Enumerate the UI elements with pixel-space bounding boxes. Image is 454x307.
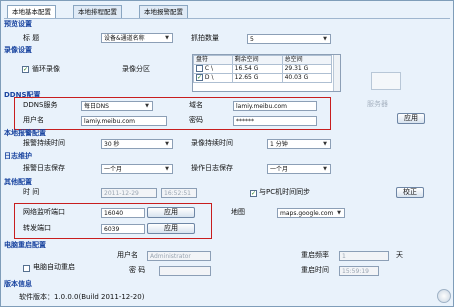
ddns-password-label: 密码 <box>189 116 203 124</box>
ddns-user-field[interactable]: lamiy.meibu.com <box>81 116 167 126</box>
settings-window: 本地基本配置 本地排程配置 本地报警配置 预览设置 标 题 设备&通道名称 ▼ 抓… <box>0 0 454 307</box>
other-section-title: 其他配置 <box>4 178 32 186</box>
alarm-log-keep-label: 报警日志保存 <box>23 164 65 172</box>
restart-password-label: 密 码 <box>129 266 146 274</box>
record-partition-label: 录像分区 <box>122 65 150 73</box>
restart-time-label: 重启时间 <box>301 266 329 274</box>
faded-box <box>371 72 401 90</box>
table-row[interactable]: C \ 16.54 G 29.31 G <box>193 64 333 74</box>
disk-table: 盘符 剩余空间 总空间 C \ 16.54 G 29.31 G ✓ D \ 12… <box>192 54 341 92</box>
header-total: 总空间 <box>281 55 333 65</box>
ddns-server-faded-label: 服务器 <box>367 100 388 108</box>
drive-d-checkbox[interactable]: ✓ <box>196 74 203 81</box>
header-free: 剩余空间 <box>231 55 283 65</box>
chevron-down-icon: ▼ <box>323 166 327 172</box>
loop-record-label: 循环录像 <box>32 65 60 73</box>
version-section-title: 版本信息 <box>4 280 32 288</box>
restart-password-field[interactable] <box>159 266 211 276</box>
date-field[interactable]: 2011-12-29 <box>101 188 157 198</box>
chevron-down-icon: ▼ <box>165 141 169 147</box>
alarm-duration-label: 报警持续时间 <box>23 139 65 147</box>
forward-port-apply-button[interactable]: 应用 <box>147 223 195 234</box>
restart-time-field[interactable]: 15:59:19 <box>339 266 379 276</box>
disk-table-scrollbar[interactable] <box>333 55 340 91</box>
drive-c-checkbox[interactable] <box>196 65 203 72</box>
listen-port-field[interactable]: 16040 <box>101 208 145 218</box>
ddns-section-title: DDNS配置 <box>4 91 41 99</box>
restart-frequency-label: 重启频率 <box>301 251 329 259</box>
record-duration-select[interactable]: 1 分钟 ▼ <box>267 139 331 149</box>
op-log-keep-label: 操作日志保存 <box>191 164 233 172</box>
auto-restart-checkbox[interactable] <box>23 265 30 272</box>
pc-time-sync-checkbox[interactable]: ✓ <box>250 190 257 197</box>
loop-record-checkbox[interactable]: ✓ <box>22 66 29 73</box>
chevron-down-icon: ▼ <box>323 36 327 42</box>
time-label: 时 间 <box>23 188 40 196</box>
op-log-keep-select[interactable]: 一个月 ▼ <box>267 164 331 174</box>
ddns-user-label: 用户名 <box>23 116 44 124</box>
pc-time-sync-label: 与PC机时间同步 <box>259 188 311 196</box>
capture-count-label: 抓拍数量 <box>191 34 219 42</box>
total-cell: 29.31 G <box>281 64 333 74</box>
chevron-down-icon: ▼ <box>165 166 169 172</box>
alarm-section-title: 本地报警配置 <box>4 129 46 137</box>
drive-cell: C \ <box>193 64 233 74</box>
log-section-title: 日志维护 <box>4 152 32 160</box>
capture-count-select[interactable]: 5 ▼ <box>247 34 331 44</box>
software-version-text: 软件版本：1.0.0.0(Build 2011-12-20) <box>19 293 145 301</box>
restart-user-label: 用户名 <box>117 251 138 259</box>
record-section-title: 录像设置 <box>4 46 32 54</box>
logo-icon <box>437 289 451 303</box>
tab-local-alarm[interactable]: 本地报警配置 <box>139 5 188 18</box>
ddns-apply-button[interactable]: 应用 <box>397 113 425 124</box>
title-mode-label: 标 题 <box>23 34 40 42</box>
preview-section-title: 预览设置 <box>4 20 32 28</box>
ddns-password-field[interactable]: ****** <box>233 116 317 126</box>
alarm-log-keep-select[interactable]: 一个月 ▼ <box>101 164 173 174</box>
free-cell: 16.54 G <box>231 64 283 74</box>
tab-local-basic[interactable]: 本地基本配置 <box>7 5 56 18</box>
listen-port-label: 网络监听端口 <box>23 208 65 216</box>
restart-frequency-unit: 天 <box>396 251 403 259</box>
map-select[interactable]: maps.google.com ▼ <box>277 208 345 218</box>
chevron-down-icon: ▼ <box>145 103 149 109</box>
disk-table-header: 盘符 剩余空间 总空间 <box>193 55 333 65</box>
chevron-down-icon: ▼ <box>337 210 341 216</box>
title-mode-select[interactable]: 设备&通道名称 ▼ <box>101 33 173 43</box>
map-label: 地图 <box>231 208 245 216</box>
clock-field[interactable]: 16:52:51 <box>161 188 197 198</box>
tab-divider <box>4 18 450 19</box>
ddns-server-select[interactable]: 每日DNS ▼ <box>81 101 153 111</box>
restart-frequency-field[interactable]: 1 <box>339 251 389 261</box>
header-drive: 盘符 <box>193 55 233 65</box>
total-cell: 40.03 G <box>281 73 333 83</box>
alarm-duration-select[interactable]: 30 秒 ▼ <box>101 139 173 149</box>
forward-port-field[interactable]: 6039 <box>101 224 145 234</box>
chevron-down-icon: ▼ <box>165 35 169 41</box>
forward-port-label: 转发端口 <box>23 224 51 232</box>
listen-port-apply-button[interactable]: 应用 <box>147 207 195 218</box>
tab-local-schedule[interactable]: 本地排程配置 <box>73 5 122 18</box>
table-row[interactable]: ✓ D \ 12.65 G 40.03 G <box>193 73 333 83</box>
calibrate-button[interactable]: 校正 <box>396 187 424 198</box>
ddns-domain-label: 域名 <box>189 101 203 109</box>
ddns-server-label: DDNS服务 <box>23 101 58 109</box>
restart-user-field[interactable]: Administrator <box>147 251 211 261</box>
chevron-down-icon: ▼ <box>323 141 327 147</box>
free-cell: 12.65 G <box>231 73 283 83</box>
ddns-domain-field[interactable]: lamiy.meibu.com <box>233 101 317 111</box>
record-duration-label: 录像持续时间 <box>191 139 233 147</box>
auto-restart-label: 电脑自动重启 <box>33 263 75 271</box>
restart-section-title: 电脑重启配置 <box>4 241 46 249</box>
drive-cell: ✓ D \ <box>193 73 233 83</box>
